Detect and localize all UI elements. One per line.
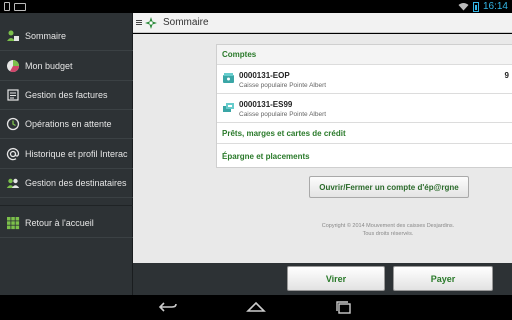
back-icon[interactable] — [158, 300, 178, 314]
account-institution: Caisse populaire Pointe Albert — [239, 111, 327, 118]
grid-icon — [6, 216, 20, 230]
sidebar-item-sommaire[interactable]: Sommaire — [0, 22, 133, 51]
pie-chart-icon — [6, 59, 20, 73]
section-label: Épargne et placements — [222, 151, 310, 161]
sidebar-item-factures[interactable]: Gestion des factures — [0, 81, 133, 110]
account-number: 0000131-ES99 — [239, 100, 293, 109]
action-bar: Sommaire — [133, 13, 512, 33]
page-title: Sommaire — [163, 17, 209, 28]
open-close-savings-button[interactable]: Ouvrir/Fermer un compte d'ép@rgne — [309, 176, 469, 198]
sidebar-divider — [0, 205, 133, 206]
section-epargne[interactable]: Épargne et placements — [217, 144, 512, 168]
people-icon — [6, 176, 20, 190]
accounts-icon — [6, 29, 20, 43]
account-row[interactable]: 0000131-ES99 Caisse populaire Pointe Alb… — [217, 94, 512, 123]
sidebar-item-operations[interactable]: Opérations en attente — [0, 110, 133, 139]
copyright-line: Copyright © 2014 Mouvement des caisses D… — [321, 223, 455, 229]
menu-icon[interactable] — [136, 20, 142, 25]
sidebar-item-label: Gestion des destinataires — [25, 178, 127, 188]
recent-apps-icon[interactable] — [334, 300, 354, 314]
transfer-button[interactable]: Virer — [287, 266, 385, 291]
sidebar-item-interac[interactable]: Historique et profil Interac — [0, 140, 133, 169]
main-content: Comptes 0000131-EOP Caisse populaire Poi… — [133, 34, 512, 263]
sidebar-item-destinataires[interactable]: Gestion des destinataires — [0, 169, 133, 198]
sidebar-item-label: Sommaire — [25, 31, 67, 41]
sidebar-item-label: Mon budget — [25, 61, 73, 71]
sidebar-item-label: Retour à l'accueil — [25, 218, 94, 228]
accounts-card: Comptes 0000131-EOP Caisse populaire Poi… — [216, 44, 512, 168]
account-row[interactable]: 0000131-EOP Caisse populaire Pointe Albe… — [217, 65, 512, 94]
clock-icon — [6, 117, 20, 131]
copyright-notice: Copyright © 2014 Mouvement des caisses D… — [313, 222, 463, 238]
section-label: Comptes — [222, 50, 257, 59]
sidebar-item-label: Gestion des factures — [25, 90, 108, 100]
sidebar-item-accueil[interactable]: Retour à l'accueil — [0, 209, 133, 238]
invoice-icon — [6, 88, 20, 102]
sidebar-item-budget[interactable]: Mon budget — [0, 52, 133, 81]
sidebar-item-label: Opérations en attente — [25, 119, 112, 129]
section-label: Prêts, marges et cartes de crédit — [222, 128, 346, 138]
at-icon — [6, 147, 20, 161]
phone-icon — [4, 2, 10, 11]
battery-icon — [472, 1, 479, 12]
sidebar-item-label: Historique et profil Interac — [25, 149, 128, 159]
clock-time: 16:14 — [482, 1, 508, 12]
bottom-action-bar: Virer Payer — [133, 263, 512, 295]
system-nav-bar — [0, 295, 512, 320]
keyboard-icon — [14, 3, 26, 11]
status-bar: 16:14 — [0, 0, 512, 13]
desjardins-logo-icon — [145, 16, 157, 29]
home-icon[interactable] — [246, 300, 266, 314]
section-prets[interactable]: Prêts, marges et cartes de crédit — [217, 123, 512, 144]
copyright-line: Tous droits réservés. — [362, 231, 414, 237]
wifi-icon — [458, 3, 469, 11]
savings-account-icon — [223, 103, 234, 112]
account-number: 0000131-EOP — [239, 71, 290, 80]
account-institution: Caisse populaire Pointe Albert — [239, 82, 327, 89]
section-comptes: Comptes — [217, 45, 512, 65]
bank-account-icon — [223, 73, 234, 83]
account-amount: 9 — [504, 71, 509, 80]
sidebar: Sommaire Mon budget Gestion des factures… — [0, 13, 133, 295]
pay-button[interactable]: Payer — [393, 266, 493, 291]
